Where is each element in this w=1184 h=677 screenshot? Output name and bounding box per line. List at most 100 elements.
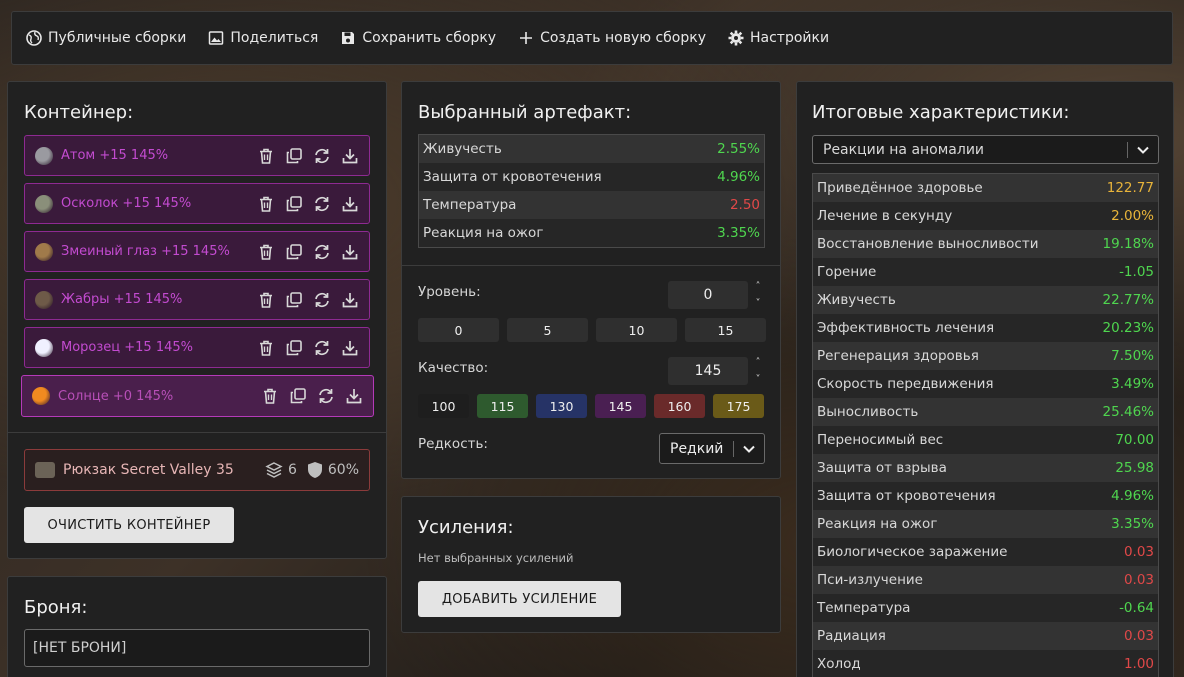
quality-preset-button[interactable]: 160 <box>654 394 705 418</box>
save-build-button[interactable]: Сохранить сборку <box>340 30 496 46</box>
stat-label: Приведённое здоровье <box>817 180 983 196</box>
rarity-select[interactable]: Редкий <box>659 433 765 464</box>
artifact-row[interactable]: Солнце +0 145% <box>21 375 374 417</box>
layers-icon <box>265 461 283 479</box>
settings-button[interactable]: Настройки <box>728 30 829 46</box>
quality-input[interactable]: 145 <box>668 357 748 385</box>
quality-preset-button[interactable]: 130 <box>536 394 587 418</box>
quality-preset-button[interactable]: 145 <box>595 394 646 418</box>
stat-row: Защита от кровотечения 4.96% <box>419 163 764 191</box>
spin-down-icon[interactable]: ˅ <box>756 298 761 309</box>
spin-up-icon[interactable]: ˄ <box>756 281 761 292</box>
level-preset-button[interactable]: 5 <box>507 318 588 342</box>
quality-spinner[interactable]: ˄ ˅ <box>752 357 764 385</box>
chevron-down-icon <box>1137 146 1149 154</box>
artifact-name: Змеиный глаз +15 145% <box>61 244 230 259</box>
artifact-row[interactable]: Морозец +15 145% <box>24 327 370 368</box>
copy-icon[interactable] <box>284 194 303 213</box>
backpack-thumbnail <box>35 462 55 478</box>
stat-value: -1.05 <box>1119 264 1154 280</box>
armor-panel: Броня: [НЕТ БРОНИ] <box>7 576 387 677</box>
stat-row: Живучесть 2.55% <box>419 135 764 163</box>
stat-row: Биологическое заражение 0.03 <box>813 538 1158 566</box>
level-spinner[interactable]: ˄ ˅ <box>752 281 764 309</box>
quality-label: Качество: <box>418 360 489 376</box>
stat-value: 3.35% <box>717 225 760 241</box>
stat-row: Приведённое здоровье 122.77 <box>813 174 1158 202</box>
stat-row: Переносимый вес 70.00 <box>813 426 1158 454</box>
clear-container-button[interactable]: ОЧИСТИТЬ КОНТЕЙНЕР <box>24 507 234 543</box>
stat-row: Реакция на ожог 3.35% <box>813 510 1158 538</box>
trash-icon[interactable] <box>256 290 275 309</box>
create-build-button[interactable]: Создать новую сборку <box>518 30 706 46</box>
copy-icon[interactable] <box>284 146 303 165</box>
artifact-thumbnail <box>35 338 53 357</box>
copy-icon[interactable] <box>284 290 303 309</box>
download-icon[interactable] <box>340 242 359 261</box>
artifact-row[interactable]: Змеиный глаз +15 145% <box>24 231 370 272</box>
swap-icon[interactable] <box>312 338 331 357</box>
settings-label: Настройки <box>750 30 830 46</box>
stat-value: 2.50 <box>729 197 760 213</box>
quality-preset-button[interactable]: 100 <box>418 394 469 418</box>
artifact-name: Солнце +0 145% <box>58 388 174 404</box>
artifact-actions <box>256 194 359 213</box>
stat-row: Живучесть 22.77% <box>813 286 1158 314</box>
artifact-thumbnail <box>35 194 53 213</box>
stat-label: Пси-излучение <box>817 572 923 588</box>
spin-up-icon[interactable]: ˄ <box>756 357 761 368</box>
swap-icon[interactable] <box>316 387 335 406</box>
quality-preset-button[interactable]: 115 <box>477 394 528 418</box>
backpack-row[interactable]: Рюкзак Secret Valley 35 6 60% <box>24 449 370 491</box>
shield-icon <box>307 461 323 479</box>
stat-value: 4.96% <box>717 169 760 185</box>
artifact-row[interactable]: Осколок +15 145% <box>24 183 370 224</box>
level-preset-button[interactable]: 10 <box>596 318 677 342</box>
rarity-label: Редкость: <box>418 436 488 452</box>
swap-icon[interactable] <box>312 242 331 261</box>
trash-icon[interactable] <box>256 242 275 261</box>
totals-stats-table: Приведённое здоровье 122.77 Лечение в секу… <box>812 173 1159 677</box>
stat-value: 1.00 <box>1123 656 1154 672</box>
stat-row: Эффективность лечения 20.23% <box>813 314 1158 342</box>
download-icon[interactable] <box>340 290 359 309</box>
copy-icon[interactable] <box>288 387 307 406</box>
artifact-row[interactable]: Жабры +15 145% <box>24 279 370 320</box>
public-builds-button[interactable]: Публичные сборки <box>26 30 186 46</box>
backpack-slots: 6 <box>265 461 297 479</box>
level-input[interactable]: 0 <box>668 281 748 309</box>
trash-icon[interactable] <box>256 338 275 357</box>
download-icon[interactable] <box>340 146 359 165</box>
artifact-row[interactable]: Атом +15 145% <box>24 135 370 176</box>
download-icon[interactable] <box>340 338 359 357</box>
download-icon[interactable] <box>344 387 363 406</box>
level-preset-button[interactable]: 0 <box>418 318 499 342</box>
swap-icon[interactable] <box>312 146 331 165</box>
spin-down-icon[interactable]: ˅ <box>756 374 761 385</box>
stat-value: 0.03 <box>1123 628 1154 644</box>
stat-label: Живучесть <box>423 141 502 157</box>
stat-value: 22.77% <box>1102 292 1154 308</box>
stat-row: Скорость передвижения 3.49% <box>813 370 1158 398</box>
stat-value: 0.03 <box>1123 572 1154 588</box>
artifact-actions <box>260 387 363 406</box>
copy-icon[interactable] <box>284 338 303 357</box>
share-button[interactable]: Поделиться <box>208 30 318 46</box>
public-builds-label: Публичные сборки <box>48 30 187 46</box>
totals-filter-select[interactable]: Реакции на аномалии <box>812 135 1159 164</box>
trash-icon[interactable] <box>256 194 275 213</box>
stat-value: 4.96% <box>1111 488 1154 504</box>
add-boost-button[interactable]: ДОБАВИТЬ УСИЛЕНИЕ <box>418 581 621 617</box>
swap-icon[interactable] <box>312 290 331 309</box>
copy-icon[interactable] <box>284 242 303 261</box>
selected-artifact-title: Выбранный артефакт: <box>418 102 632 123</box>
swap-icon[interactable] <box>312 194 331 213</box>
armor-select[interactable]: [НЕТ БРОНИ] <box>24 629 370 667</box>
trash-icon[interactable] <box>256 146 275 165</box>
download-icon[interactable] <box>340 194 359 213</box>
quality-preset-button[interactable]: 175 <box>713 394 764 418</box>
trash-icon[interactable] <box>260 387 279 406</box>
level-preset-button[interactable]: 15 <box>685 318 766 342</box>
artifact-name: Атом +15 145% <box>61 148 169 163</box>
stat-row: Холод 1.00 <box>813 650 1158 677</box>
